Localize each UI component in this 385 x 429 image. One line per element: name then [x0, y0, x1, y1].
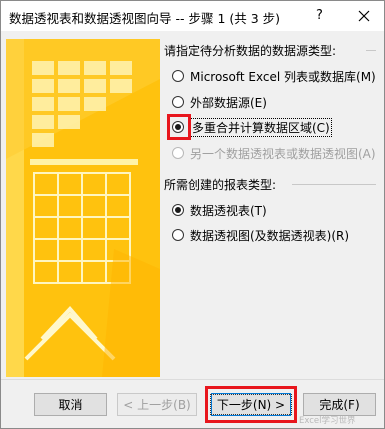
close-button[interactable]	[351, 3, 377, 29]
radio-other-pivot-label: 另一个数据透视表或数据透视图(A)	[190, 146, 376, 161]
report-group-divider	[292, 184, 376, 185]
radio-other-pivot	[172, 147, 184, 159]
radio-excel-list[interactable]	[172, 70, 184, 82]
dialog-title: 数据透视表和数据透视图向导 -- 步骤 1 (共 3 步)	[9, 11, 281, 26]
radio-pivot-chart[interactable]	[172, 229, 184, 241]
report-option-pivot-chart[interactable]: 数据透视图(及数据透视表)(R)	[172, 226, 349, 244]
radio-external[interactable]	[172, 96, 184, 108]
radio-pivot-chart-label: 数据透视图(及数据透视表)(R)	[190, 228, 350, 243]
radio-multiple-ranges-label: 多重合并计算数据区域(C)	[190, 117, 332, 137]
source-option-excel-list[interactable]: Microsoft Excel 列表或数据库(M)	[172, 67, 376, 85]
help-button[interactable]: ?	[316, 8, 323, 23]
source-type-heading: 请指定待分析数据的数据源类型:	[164, 44, 337, 58]
source-option-multiple-ranges[interactable]: 多重合并计算数据区域(C)	[172, 117, 332, 137]
pivot-wizard-dialog: 数据透视表和数据透视图向导 -- 步骤 1 (共 3 步) ? 请指定待分析数据…	[0, 0, 385, 429]
report-option-pivot-table[interactable]: 数据透视表(T)	[172, 201, 267, 219]
source-option-external[interactable]: 外部数据源(E)	[172, 93, 267, 111]
title-bar: 数据透视表和数据透视图向导 -- 步骤 1 (共 3 步) ?	[1, 1, 384, 31]
wizard-illustration	[6, 39, 160, 377]
footer-divider	[1, 379, 384, 380]
source-option-other-pivot: 另一个数据透视表或数据透视图(A)	[172, 144, 376, 162]
next-button-highlight-box	[205, 386, 297, 423]
radio-external-label: 外部数据源(E)	[190, 95, 267, 110]
close-icon	[358, 10, 370, 22]
source-group-divider	[366, 50, 376, 51]
cancel-button[interactable]: 取消	[34, 393, 107, 416]
finish-button[interactable]: 完成(F)	[303, 393, 376, 416]
back-button: < 上一步(B)	[117, 393, 197, 416]
radio-excel-list-label: Microsoft Excel 列表或数据库(M)	[190, 69, 376, 84]
watermark-text: Excel学习世界	[299, 416, 356, 426]
report-type-heading: 所需创建的报表类型:	[164, 178, 277, 192]
radio-highlight-box	[167, 114, 191, 140]
radio-pivot-table[interactable]	[172, 204, 184, 216]
radio-pivot-table-label: 数据透视表(T)	[190, 203, 267, 218]
